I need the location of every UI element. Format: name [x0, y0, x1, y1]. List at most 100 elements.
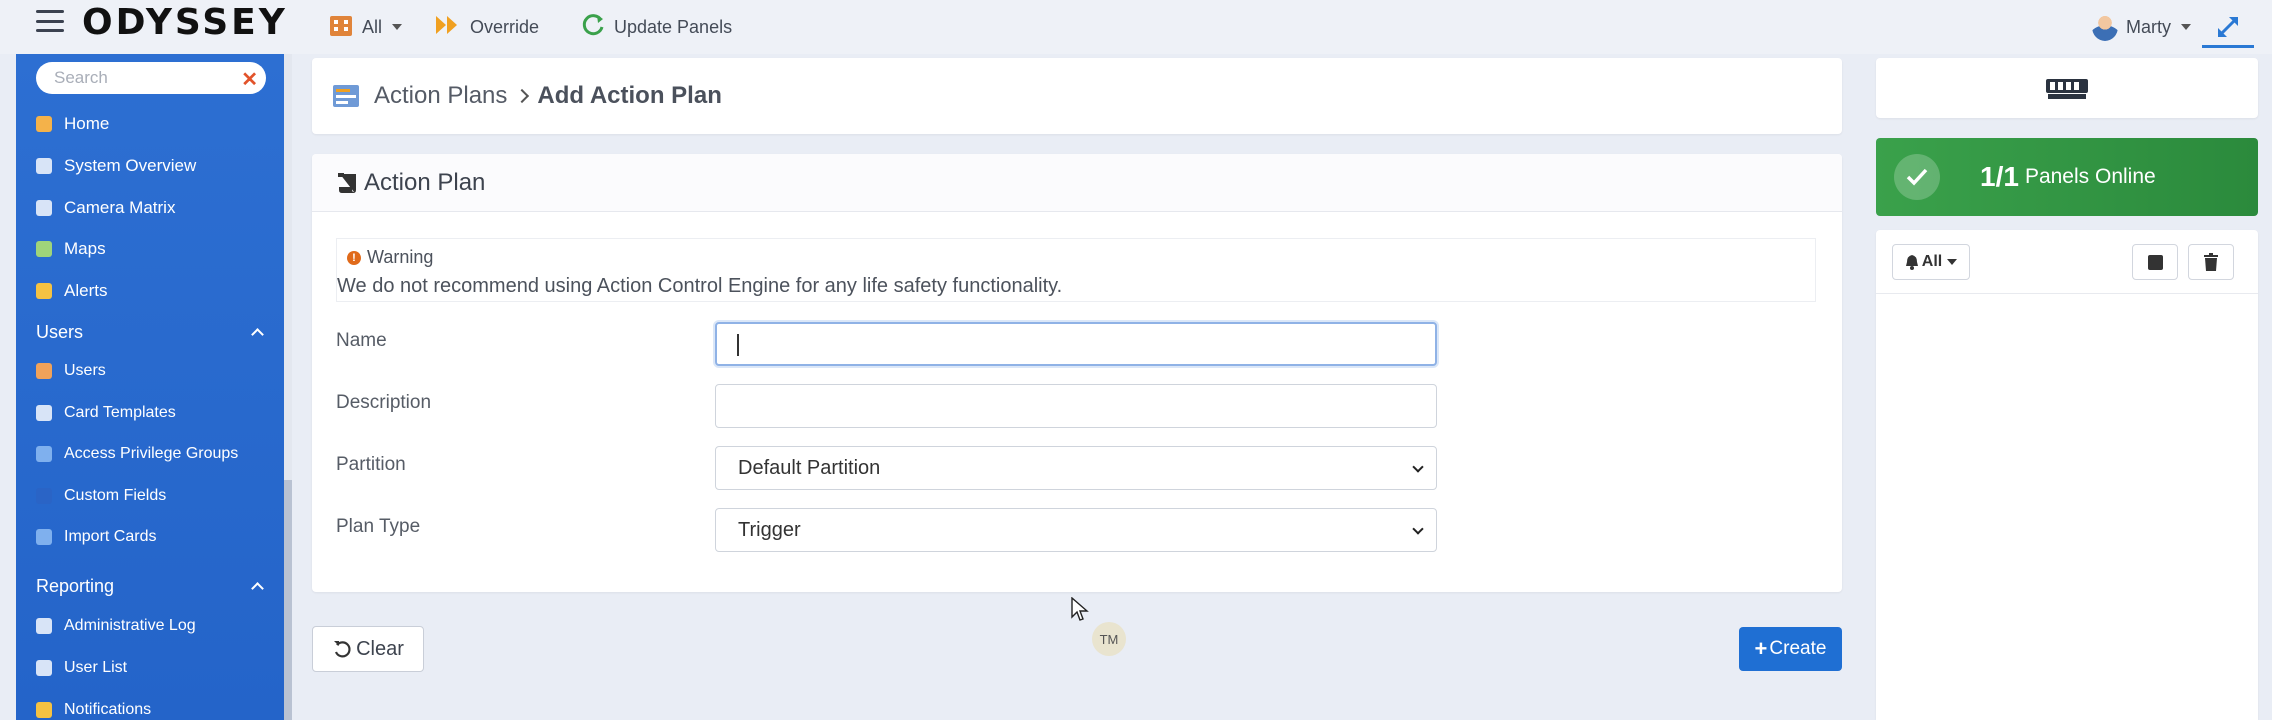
sidebar-item-access-privilege-groups[interactable]: Access Privilege Groups [16, 436, 284, 472]
update-panels-button[interactable]: Update Panels [580, 12, 732, 42]
sidebar: ✕ Home System Overview Camera Matrix Map… [16, 54, 284, 720]
sidebar-item-maps[interactable]: Maps [16, 231, 284, 267]
plan-type-label: Plan Type [336, 516, 421, 537]
sidebar-item-notifications[interactable]: Notifications [16, 692, 284, 720]
sidebar-section-users[interactable]: Users [16, 314, 284, 350]
sidebar-section-reporting[interactable]: Reporting [16, 568, 284, 604]
delete-button[interactable] [2188, 244, 2234, 280]
chevron-down-icon [2181, 24, 2191, 30]
warning-alert: ! Warning We do not recommend using Acti… [336, 238, 1816, 302]
sidebar-search[interactable]: ✕ [36, 62, 266, 94]
users-icon [36, 363, 52, 379]
sidebar-item-alerts[interactable]: Alerts [16, 273, 284, 309]
sidebar-item-system-overview[interactable]: System Overview [16, 148, 284, 184]
sidebar-item-label: Administrative Log [64, 617, 196, 634]
user-name: Marty [2126, 16, 2171, 37]
clear-label: Clear [356, 637, 404, 660]
sidebar-item-label: Card Templates [64, 404, 176, 421]
create-button[interactable]: + Create [1739, 627, 1842, 671]
partition-label: Partition [336, 454, 406, 475]
clear-button[interactable]: Clear [312, 626, 424, 672]
section-label: Reporting [36, 575, 115, 596]
mouse-cursor-icon [1071, 597, 1089, 621]
chevron-down-icon [1412, 461, 1424, 473]
plus-icon: + [1754, 636, 1768, 661]
name-field[interactable] [715, 322, 1437, 366]
warning-icon: ! [347, 250, 361, 265]
form-header: Action Plan [312, 154, 1842, 212]
breadcrumb-parent-link[interactable]: Action Plans [374, 82, 507, 110]
chevron-up-icon [251, 582, 264, 595]
warning-message: We do not recommend using Action Control… [337, 275, 1063, 297]
sidebar-item-user-list[interactable]: User List [16, 650, 284, 686]
sidebar-item-custom-fields[interactable]: Custom Fields [16, 478, 284, 514]
panel-hardware-card[interactable] [1876, 58, 2258, 118]
text-caret [737, 334, 739, 356]
home-icon [36, 116, 52, 132]
refresh-icon [580, 12, 606, 43]
custom-fields-icon [36, 488, 52, 504]
sidebar-item-administrative-log[interactable]: Administrative Log [16, 608, 284, 644]
update-panels-label: Update Panels [614, 16, 733, 37]
expand-icon [2217, 16, 2239, 37]
alerts-filter-dropdown[interactable]: All [1892, 244, 1970, 280]
user-menu[interactable]: Marty [2092, 12, 2191, 42]
partition-select[interactable]: Default Partition [715, 446, 1437, 490]
chevron-down-icon [392, 24, 403, 30]
sidebar-item-label: Alerts [64, 281, 108, 300]
building-icon [328, 12, 354, 43]
sidebar-item-camera-matrix[interactable]: Camera Matrix [16, 190, 284, 226]
description-field[interactable] [715, 384, 1437, 428]
panels-online-count: 1/1 [1980, 161, 2019, 192]
warning-title: Warning [367, 247, 434, 267]
filter-all-dropdown[interactable]: All [328, 12, 403, 43]
stop-button[interactable] [2132, 244, 2178, 280]
sidebar-item-label: Notifications [64, 701, 152, 718]
description-label: Description [336, 392, 432, 413]
partition-selected-value: Default Partition [738, 457, 881, 479]
override-label: Override [470, 16, 540, 37]
panels-online-label: Panels Online [2024, 165, 2156, 188]
chevron-down-icon [1412, 523, 1424, 535]
scroll-icon [336, 171, 362, 195]
section-label: Users [36, 321, 84, 342]
name-label: Name [336, 330, 387, 351]
notification-icon [36, 702, 52, 718]
plan-type-selected-value: Trigger [738, 519, 801, 541]
sidebar-item-label: Home [64, 114, 110, 133]
alerts-toolbar: All [1876, 230, 2258, 294]
undo-icon [334, 641, 351, 658]
action-plan-form: Action Plan ! Warning We do not recommen… [312, 154, 1842, 592]
sidebar-scroll-track[interactable] [284, 54, 292, 480]
privilege-icon [36, 446, 52, 462]
panels-online-status[interactable]: 1/1 Panels Online [1876, 138, 2258, 216]
search-input[interactable] [54, 68, 234, 88]
sidebar-item-card-templates[interactable]: Card Templates [16, 395, 284, 431]
fast-forward-icon [434, 14, 462, 41]
chevron-right-icon [515, 88, 530, 104]
filter-all-label: All [362, 16, 383, 37]
chevron-down-icon [1947, 259, 1958, 265]
plan-type-select[interactable]: Trigger [715, 508, 1437, 552]
camera-icon [36, 200, 52, 216]
bell-icon [36, 283, 52, 299]
list-icon [36, 660, 52, 676]
sidebar-item-home[interactable]: Home [16, 106, 284, 142]
tm-badge[interactable]: TM [1092, 622, 1126, 656]
fullscreen-button[interactable] [2202, 8, 2254, 48]
import-icon [36, 529, 52, 545]
hamburger-menu-icon[interactable] [36, 10, 64, 32]
sidebar-item-label: Custom Fields [64, 487, 167, 504]
sidebar-item-label: Users [64, 362, 106, 379]
sidebar-item-users[interactable]: Users [16, 353, 284, 389]
breadcrumb: Action Plans Add Action Plan [312, 58, 1842, 134]
sidebar-item-import-cards[interactable]: Import Cards [16, 519, 284, 555]
app-logo[interactable]: ODYSSEY [82, 2, 288, 43]
card-icon [36, 405, 52, 421]
override-button[interactable]: Override [434, 12, 539, 42]
stop-icon [2147, 254, 2163, 270]
trash-icon [2204, 253, 2218, 271]
clear-search-icon[interactable]: ✕ [241, 67, 258, 92]
system-overview-icon [36, 158, 52, 174]
sidebar-scrollbar[interactable] [284, 480, 292, 720]
